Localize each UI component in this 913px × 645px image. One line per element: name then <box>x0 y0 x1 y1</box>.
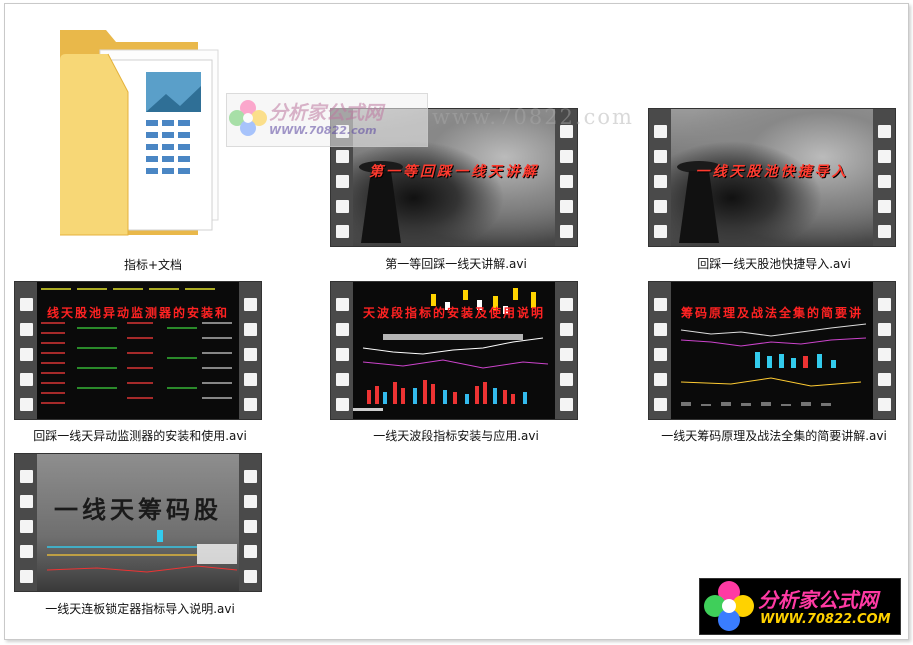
video-item-5[interactable]: 筹码原理及战法全集的简要讲 一线天筹码原理及战法全集的简要讲解.avi <box>644 273 904 448</box>
file-name: 指标+文档 <box>123 258 183 272</box>
watermark-logo: 分析家公式网 WWW.70822.com <box>226 93 428 147</box>
video-item-4[interactable]: 天波段指标的安装及使用说明 一线天波段指标安装与应用.avi <box>326 273 586 448</box>
video-item-3[interactable]: 线天股池异动监测器的安装和 回踩一线天异动监测器的安装和使用.avi <box>10 273 270 448</box>
video-frame: 天波段指标的安装及使用说明 <box>353 282 555 419</box>
site-logo-badge: 分析家公式网 WWW.70822.COM <box>699 578 901 635</box>
video-overlay-text: 一线天股池快捷导入 <box>695 164 849 180</box>
video-overlay-text: 第一等回踩一线天讲解 <box>369 164 539 180</box>
stock-table-icon <box>41 288 232 404</box>
file-name: 一线天波段指标安装与应用.avi <box>373 429 539 443</box>
video-thumbnail: 一线天筹码股 <box>14 453 262 592</box>
video-frame: 一线天股池快捷导入 <box>671 109 873 246</box>
video-frame: 线天股池异动监测器的安装和 <box>37 282 239 419</box>
video-overlay-text: 线天股池异动监测器的安装和 <box>46 306 229 320</box>
file-name: 第一等回踩一线天讲解.avi <box>385 257 527 271</box>
video-thumbnail: 天波段指标的安装及使用说明 <box>330 281 578 420</box>
file-name: 回踩一线天异动监测器的安装和使用.avi <box>33 429 247 443</box>
watermark-title: 分析家公式网 <box>269 102 384 124</box>
candlestick-chart-icon <box>353 288 549 411</box>
file-name: 回踩一线天股池快捷导入.avi <box>697 257 851 271</box>
video-thumbnail: 线天股池异动监测器的安装和 <box>14 281 262 420</box>
video-item-6[interactable]: 一线天筹码股 一线天连板锁定器指标导入说明.avi <box>10 445 270 620</box>
video-overlay-text: 筹码原理及战法全集的简要讲 <box>680 306 863 320</box>
watermark-url: WWW.70822.com <box>269 124 377 137</box>
watermark-ghost-url: www.70822.com <box>432 105 634 129</box>
badge-title: 分析家公式网 <box>758 588 878 612</box>
flower-logo-icon <box>704 581 754 631</box>
video-frame: 筹码原理及战法全集的简要讲 <box>671 282 873 419</box>
video-frame: 一线天筹码股 <box>37 454 239 591</box>
candlestick-chart-icon <box>46 530 238 573</box>
file-name: 一线天连板锁定器指标导入说明.avi <box>45 602 235 616</box>
video-item-2[interactable]: 一线天股池快捷导入 回踩一线天股池快捷导入.avi <box>644 100 904 275</box>
file-name: 一线天筹码原理及战法全集的简要讲解.avi <box>661 429 887 443</box>
video-overlay-text: 天波段指标的安装及使用说明 <box>362 306 545 320</box>
video-thumbnail: 一线天股池快捷导入 <box>648 108 896 247</box>
video-thumbnail: 筹码原理及战法全集的简要讲 <box>648 281 896 420</box>
folder-icon <box>60 30 219 236</box>
flower-logo-icon <box>229 100 267 136</box>
volume-chart-icon <box>680 323 867 406</box>
folder-item-docs[interactable]: 指标+文档 <box>23 20 283 280</box>
badge-url: WWW.70822.COM <box>760 612 891 627</box>
